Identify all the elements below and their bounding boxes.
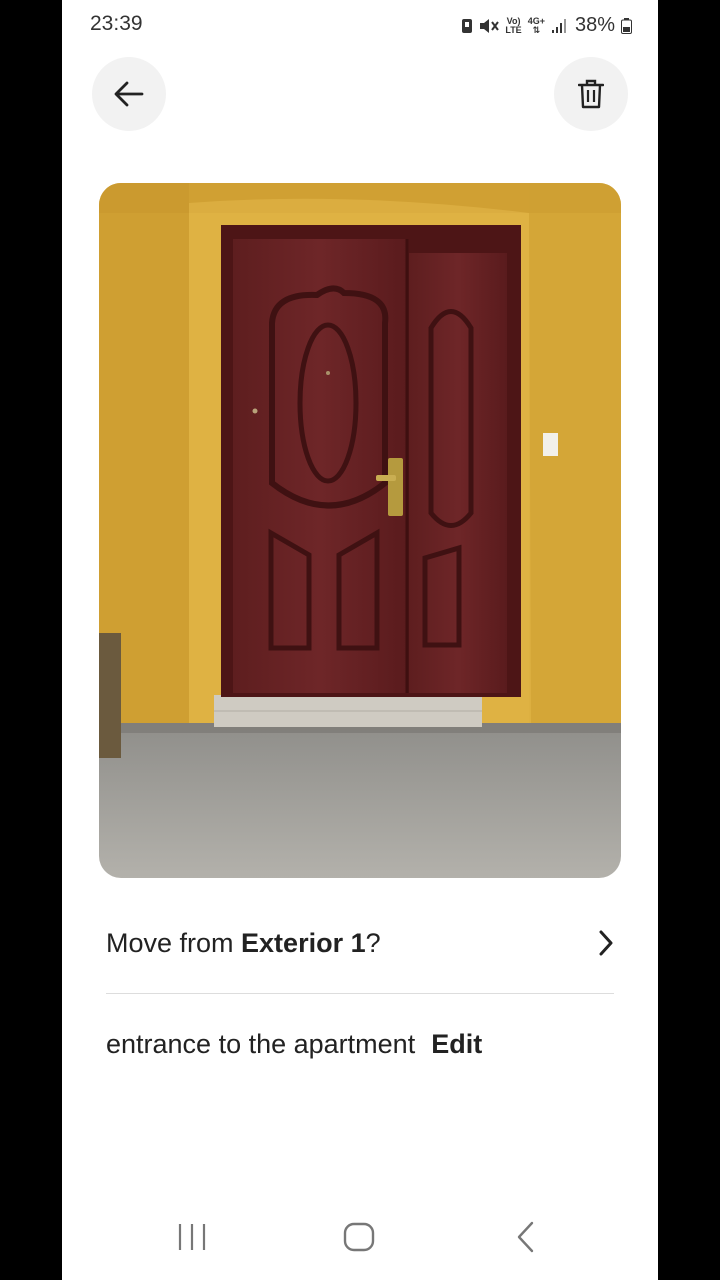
back-button[interactable] — [92, 57, 166, 131]
caption-row: entrance to the apartment Edit — [106, 1020, 482, 1068]
delete-photo-button[interactable] — [554, 57, 628, 131]
recents-icon[interactable] — [176, 1220, 208, 1254]
status-icons: Vo) LTE 4G+ ⇅ 38% — [461, 14, 632, 37]
data-type-indicator: 4G+ ⇅ — [527, 15, 545, 35]
trash-icon — [578, 79, 604, 109]
battery-percent: 38% — [574, 14, 615, 36]
battery-icon — [621, 17, 632, 34]
chevron-right-icon — [599, 930, 613, 956]
notification-icon — [462, 18, 473, 33]
move-from-location: Exterior 1 — [241, 927, 366, 958]
move-from-text: Move from Exterior 1? — [106, 927, 381, 958]
home-icon[interactable] — [342, 1220, 376, 1254]
back-chevron-icon[interactable] — [514, 1220, 538, 1254]
navigation-bar — [62, 1200, 658, 1280]
photo-caption: entrance to the apartment — [106, 1028, 416, 1059]
arrow-left-icon — [114, 81, 144, 107]
divider — [106, 993, 614, 994]
volte-indicator: Vo) LTE — [505, 15, 522, 35]
move-from-row[interactable]: Move from Exterior 1? — [106, 905, 614, 981]
edit-caption-button[interactable]: Edit — [431, 1029, 482, 1060]
door-photo[interactable] — [99, 183, 621, 878]
mute-icon — [480, 18, 500, 33]
screen: 23:39 Vo) LTE 4G+ ⇅ 38% Move from Exteri… — [62, 0, 658, 1280]
status-bar: 23:39 Vo) LTE 4G+ ⇅ 38% — [62, 0, 658, 52]
signal-icon — [551, 18, 566, 33]
status-time: 23:39 — [90, 12, 143, 35]
